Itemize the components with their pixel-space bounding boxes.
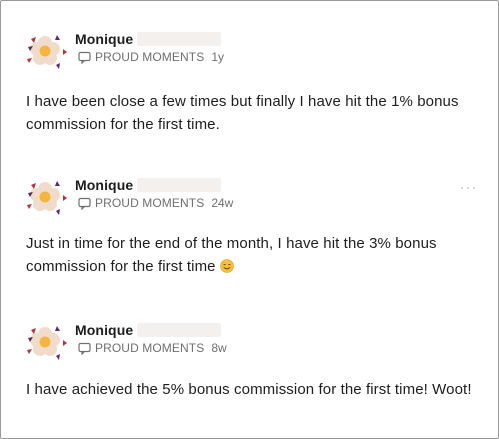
avatar[interactable] xyxy=(22,175,68,221)
post-body: I have achieved the 5% bonus commission … xyxy=(26,378,486,401)
chat-bubble-icon xyxy=(78,197,91,210)
author-row: Monique xyxy=(75,322,222,338)
author-name[interactable]: Monique xyxy=(75,31,133,47)
redacted-surname xyxy=(137,178,222,192)
chat-bubble-icon xyxy=(78,51,91,64)
post-body: I have been close a few times but finall… xyxy=(26,90,486,136)
post-age: 1y xyxy=(211,50,224,64)
redacted-surname xyxy=(137,32,222,46)
author-name[interactable]: Monique xyxy=(75,177,133,193)
smiling-face-emoji xyxy=(220,259,234,273)
feed-frame: Monique PROUD MOMENTS 1y I have been clo… xyxy=(0,0,499,439)
avatar[interactable] xyxy=(22,29,68,75)
category-label[interactable]: PROUD MOMENTS xyxy=(95,341,204,355)
post-meta: PROUD MOMENTS 24w xyxy=(78,195,233,211)
more-dots-icon[interactable] xyxy=(460,186,476,190)
post-body: Just in time for the end of the month, I… xyxy=(26,232,486,278)
post-text: I have achieved the 5% bonus commission … xyxy=(26,381,472,398)
avatar[interactable] xyxy=(22,320,68,366)
chat-bubble-icon xyxy=(78,342,91,355)
author-name[interactable]: Monique xyxy=(75,322,133,338)
post-age: 8w xyxy=(211,341,227,355)
author-row: Monique xyxy=(75,31,222,47)
post-meta: PROUD MOMENTS 1y xyxy=(78,49,224,65)
post-text: I have been close a few times but finall… xyxy=(26,93,459,133)
post-age: 24w xyxy=(211,196,234,210)
category-label[interactable]: PROUD MOMENTS xyxy=(95,50,204,64)
author-row: Monique xyxy=(75,177,222,193)
redacted-surname xyxy=(137,323,222,337)
post-meta: PROUD MOMENTS 8w xyxy=(78,340,227,356)
category-label[interactable]: PROUD MOMENTS xyxy=(95,196,204,210)
